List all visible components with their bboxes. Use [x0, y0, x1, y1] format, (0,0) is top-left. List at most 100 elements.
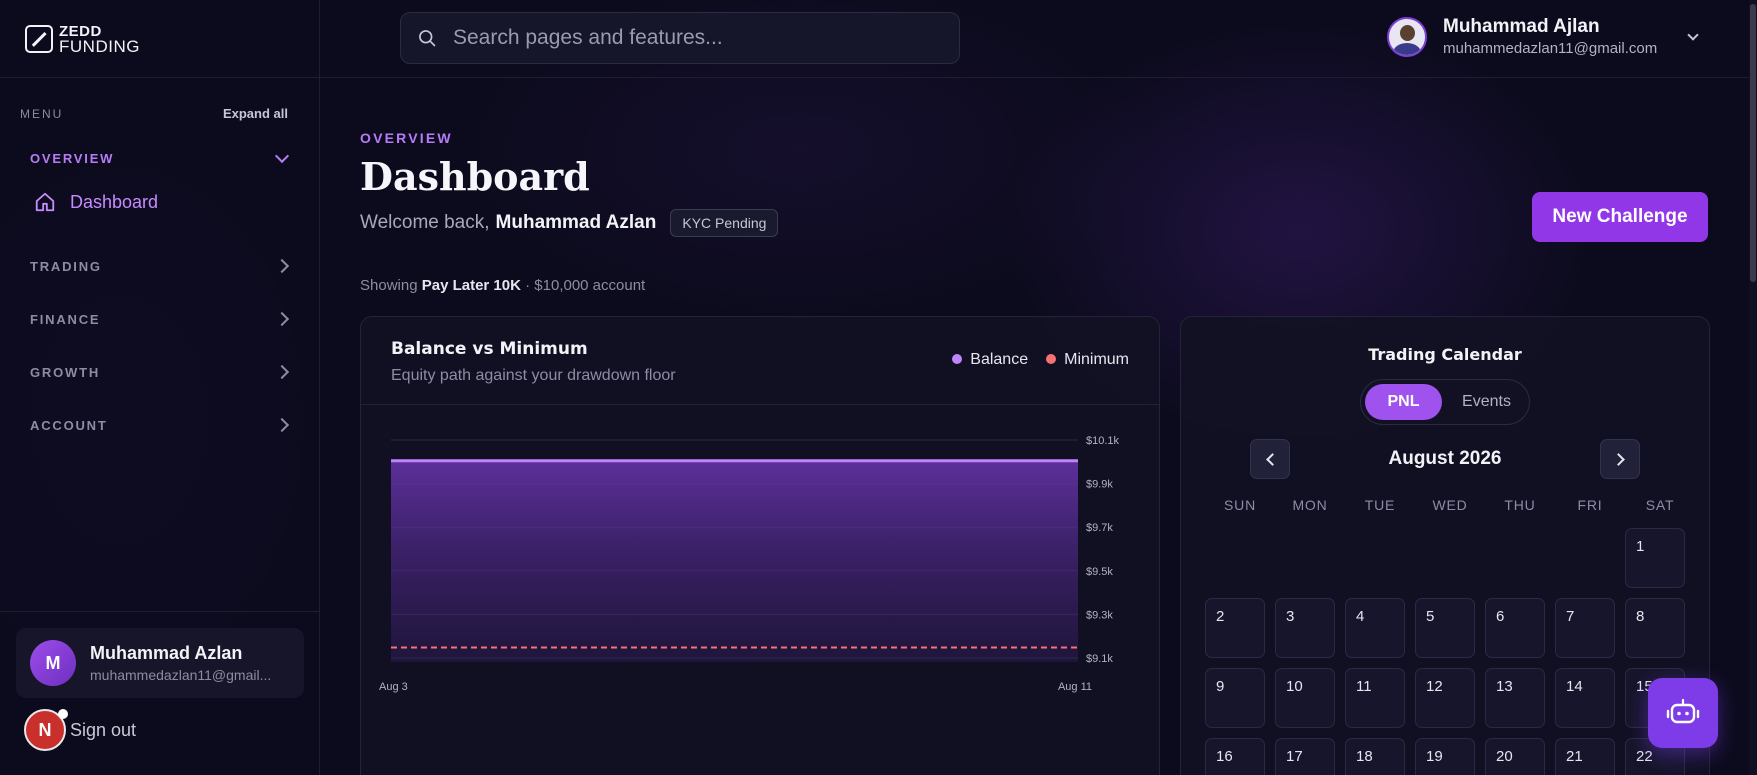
calendar-day[interactable]: 5: [1415, 598, 1475, 658]
chevron-right-icon: [274, 417, 290, 433]
calendar-day[interactable]: 10: [1275, 668, 1335, 728]
section-growth-label: GROWTH: [30, 364, 101, 380]
x-tick-label: Aug 11: [1058, 681, 1092, 693]
calendar-day[interactable]: 20: [1485, 738, 1545, 775]
previous-month-button[interactable]: [1250, 439, 1290, 479]
profile-name: Muhammad Ajlan: [1443, 16, 1600, 37]
calendar-day[interactable]: 4: [1345, 598, 1405, 658]
chevron-down-icon[interactable]: [1687, 28, 1699, 41]
chart-subtitle: Equity path against your drawdown floor: [391, 367, 676, 384]
search-input[interactable]: [453, 26, 933, 50]
trading-calendar-card: Trading Calendar PNL Events August 2026 …: [1180, 316, 1710, 775]
calendar-day[interactable]: 14: [1555, 668, 1615, 728]
calendar-day[interactable]: 19: [1415, 738, 1475, 775]
weekday-wed: WED: [1432, 497, 1468, 513]
sign-out-button[interactable]: N Sign out: [24, 709, 136, 751]
calendar-view-toggle: PNL Events: [1360, 379, 1530, 425]
profile-avatar: [1387, 16, 1427, 57]
search-box[interactable]: [400, 12, 960, 64]
section-overview[interactable]: OVERVIEW: [0, 147, 319, 169]
section-account[interactable]: ACCOUNT: [0, 414, 319, 436]
sidebar-user-card[interactable]: M Muhammad Azlan muhammedazlan11@gmail..…: [16, 628, 304, 698]
x-tick-label: Aug 3: [379, 681, 408, 693]
user-email: muhammedazlan11@gmail...: [90, 667, 272, 683]
calendar-day-grid: 1 2 3 4 5 6 7 8 9 10 11 12 13 14 15 16 17 18 19 20 21 22: [1205, 528, 1709, 775]
brand-logo[interactable]: ZEDD FUNDING: [0, 0, 319, 78]
legend-label-minimum: Minimum: [1064, 351, 1129, 368]
legend-item-minimum[interactable]: Minimum: [1046, 351, 1129, 369]
chat-assistant-button[interactable]: [1648, 678, 1718, 748]
new-challenge-button[interactable]: New Challenge: [1532, 192, 1708, 242]
balance-area: [391, 460, 1078, 662]
tab-pnl[interactable]: PNL: [1365, 384, 1442, 420]
account-selector-text: Showing Pay Later 10K · $10,000 account: [360, 277, 1710, 294]
calendar-day[interactable]: 16: [1205, 738, 1265, 775]
calendar-day[interactable]: 18: [1345, 738, 1405, 775]
user-name: Muhammad Azlan: [90, 643, 243, 663]
weekday-thu: THU: [1504, 497, 1536, 513]
calendar-day[interactable]: 13: [1485, 668, 1545, 728]
calendar-day[interactable]: 17: [1275, 738, 1335, 775]
page-title: Dashboard: [360, 154, 590, 199]
next-month-button[interactable]: [1600, 439, 1640, 479]
legend-dot-balance: [952, 354, 963, 364]
calendar-day[interactable]: 9: [1205, 668, 1265, 728]
section-overview-label: OVERVIEW: [30, 150, 115, 166]
y-tick-label: $9.9k: [1086, 479, 1113, 491]
section-trading-label: TRADING: [30, 258, 102, 274]
sidebar-item-dashboard[interactable]: Dashboard: [0, 184, 319, 220]
sidebar-divider: [0, 611, 319, 612]
chevron-right-icon: [274, 364, 290, 380]
y-tick-label: $9.5k: [1086, 566, 1113, 578]
y-tick-label: $10.1k: [1086, 435, 1120, 447]
page-scrollbar[interactable]: [1749, 0, 1757, 775]
sidebar-item-dashboard-label: Dashboard: [70, 191, 159, 212]
notification-badge-icon[interactable]: N: [24, 709, 68, 751]
profile-menu[interactable]: Muhammad Ajlan muhammedazlan11@gmail.com: [1387, 16, 1699, 57]
expand-all-button[interactable]: Expand all: [223, 106, 288, 121]
weekday-sat: SAT: [1645, 497, 1675, 513]
chevron-right-icon: [274, 258, 290, 274]
section-trading[interactable]: TRADING: [0, 255, 319, 277]
logo-mark-icon: [25, 24, 53, 53]
month-navigator: August 2026: [1181, 439, 1709, 479]
calendar-day[interactable]: 3: [1275, 598, 1335, 658]
weekday-tue: TUE: [1364, 497, 1396, 513]
chevron-down-icon: [274, 148, 290, 163]
section-account-label: ACCOUNT: [30, 417, 108, 433]
legend-dot-minimum: [1046, 354, 1057, 364]
menu-label: MENU: [20, 106, 64, 121]
chevron-left-icon: [1265, 452, 1279, 466]
showing-account[interactable]: Pay Later 10K: [422, 277, 521, 294]
calendar-day[interactable]: 1: [1625, 528, 1685, 588]
weekday-header: SUN MON TUE WED THU FRI SAT: [1205, 497, 1709, 513]
calendar-day[interactable]: 21: [1555, 738, 1615, 775]
calendar-day[interactable]: 11: [1345, 668, 1405, 728]
calendar-day[interactable]: 7: [1555, 598, 1615, 658]
legend-item-balance[interactable]: Balance: [952, 351, 1028, 369]
tab-events[interactable]: Events: [1448, 384, 1525, 420]
sign-out-label: Sign out: [70, 719, 137, 740]
weekday-fri: FRI: [1577, 497, 1603, 513]
section-finance[interactable]: FINANCE: [0, 308, 319, 330]
showing-suffix: · $10,000 account: [525, 277, 646, 294]
chart-y-axis: $10.1k $9.9k $9.7k $9.5k $9.3k $9.1k: [1086, 435, 1120, 665]
page-eyebrow: OVERVIEW: [360, 130, 453, 146]
y-tick-label: $9.3k: [1086, 609, 1113, 621]
current-month: August 2026: [1388, 448, 1502, 469]
robot-icon: [1666, 698, 1700, 724]
scrollbar-thumb[interactable]: [1750, 4, 1756, 282]
weekday-sun: SUN: [1224, 497, 1256, 513]
y-tick-label: $9.7k: [1086, 522, 1113, 534]
calendar-day[interactable]: 12: [1415, 668, 1475, 728]
calendar-day[interactable]: 8: [1625, 598, 1685, 658]
profile-email: muhammedazlan11@gmail.com: [1443, 40, 1658, 57]
brand-line-2: FUNDING: [59, 36, 140, 56]
calendar-day[interactable]: 2: [1205, 598, 1265, 658]
calendar-day[interactable]: 6: [1485, 598, 1545, 658]
sidebar: ZEDD FUNDING MENU Expand all OVERVIEW Da…: [0, 0, 320, 775]
home-icon: [35, 192, 55, 212]
search-icon: [419, 30, 436, 47]
welcome-name: Muhammad Azlan: [495, 212, 657, 233]
section-growth[interactable]: GROWTH: [0, 361, 319, 383]
